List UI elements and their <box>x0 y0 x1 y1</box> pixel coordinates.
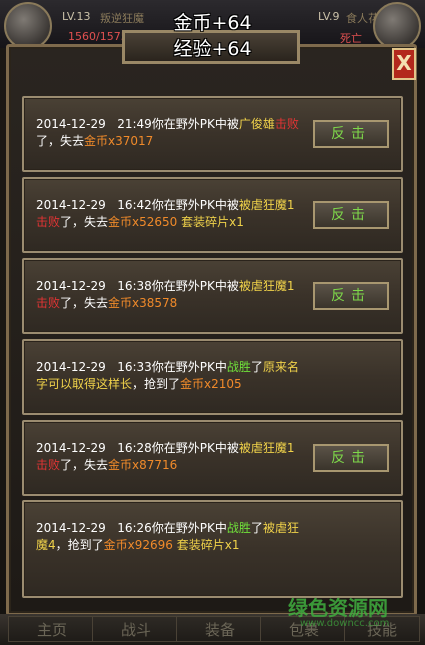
battle-log-text: 2014-12-29 16:42你在野外PK中被被虐狂魔1 击败了，失去金币x52… <box>36 197 306 231</box>
battle-log-card: 2014-12-29 16:33你在野外PK中战胜了原来名字可以取得这样长，抢到… <box>22 339 403 415</box>
log-segment: 你在野外PK中被 <box>151 279 239 293</box>
log-segment: 击败 <box>36 458 61 472</box>
log-segment: 你在野外PK中被 <box>151 117 239 131</box>
log-segment: 你在野外PK中被 <box>151 441 239 455</box>
log-time: 16:28 <box>117 441 152 455</box>
log-segment: 了 <box>250 521 263 535</box>
log-segment: 战胜 <box>226 521 251 535</box>
log-date: 2014-12-29 <box>36 198 106 212</box>
log-segment: 了，失去 <box>36 134 85 148</box>
battle-log-text: 2014-12-29 16:33你在野外PK中战胜了原来名字可以取得这样长，抢到… <box>36 359 306 393</box>
log-time: 16:42 <box>117 198 152 212</box>
battle-log-text: 2014-12-29 21:49你在野外PK中被广俊雄击败了，失去金币x3701… <box>36 116 306 150</box>
battle-log-card: 2014-12-29 16:26你在野外PK中战胜了被虐狂魔4，抢到了金币x92… <box>22 500 403 598</box>
log-date: 2014-12-29 <box>36 360 106 374</box>
battle-log-text: 2014-12-29 16:26你在野外PK中战胜了被虐狂魔4，抢到了金币x92… <box>36 520 306 554</box>
nav-home[interactable]: 主页 <box>8 616 96 642</box>
log-segment: 金币 <box>84 134 109 148</box>
log-time: 16:33 <box>117 360 152 374</box>
log-segment: 了，失去 <box>60 296 109 310</box>
log-segment: 金币x92696 <box>103 538 173 552</box>
battle-log-card: 2014-12-29 16:42你在野外PK中被被虐狂魔1 击败了，失去金币x52… <box>22 177 403 253</box>
battle-log-text: 2014-12-29 16:38你在野外PK中被被虐狂魔1 击败了，失去金币x38… <box>36 278 306 312</box>
watermark-logo: 绿色资源网 <box>288 596 388 620</box>
log-segment: x37017 <box>108 134 154 148</box>
log-time: 16:26 <box>117 521 152 535</box>
log-segment: 金币x2105 <box>180 377 242 391</box>
battle-log-card: 2014-12-29 16:38你在野外PK中被被虐狂魔1 击败了，失去金币x38… <box>22 258 403 334</box>
log-segment: 套装碎片x1 <box>177 215 244 229</box>
log-segment: 金币x38578 <box>108 296 178 310</box>
gold-gain-text: 金币+64 <box>173 12 252 34</box>
nav-battle[interactable]: 战斗 <box>92 616 180 642</box>
counterattack-button[interactable]: 反击 <box>313 282 389 310</box>
log-segment: 你在野外PK中 <box>151 521 227 535</box>
log-segment: 了，失去 <box>60 458 109 472</box>
log-segment: ，抢到了 <box>55 538 104 552</box>
log-segment: 击败 <box>274 117 299 131</box>
log-segment: 了 <box>250 360 263 374</box>
nav-equipment[interactable]: 装备 <box>176 616 264 642</box>
log-segment: 战胜 <box>226 360 251 374</box>
log-segment: 被虐狂魔1 <box>238 441 295 455</box>
log-date: 2014-12-29 <box>36 521 106 535</box>
close-button[interactable]: X <box>392 48 416 80</box>
battle-log-card: 2014-12-29 21:49你在野外PK中被广俊雄击败了，失去金币x3701… <box>22 96 403 172</box>
log-date: 2014-12-29 <box>36 279 106 293</box>
log-segment: 击败 <box>36 215 61 229</box>
log-date: 2014-12-29 <box>36 117 106 131</box>
log-time: 16:38 <box>117 279 152 293</box>
log-segment: 金币x52650 <box>108 215 178 229</box>
log-segment: 你在野外PK中 <box>151 360 227 374</box>
log-segment: ，抢到了 <box>132 377 181 391</box>
log-segment: 了，失去 <box>60 215 109 229</box>
watermark-url: www.downcc.com <box>300 618 390 629</box>
battle-log-card: 2014-12-29 16:28你在野外PK中被被虐狂魔1 击败了，失去金币x87… <box>22 420 403 496</box>
counterattack-button[interactable]: 反击 <box>313 201 389 229</box>
log-date: 2014-12-29 <box>36 441 106 455</box>
log-segment: 被虐狂魔1 <box>238 198 295 212</box>
log-time: 21:49 <box>117 117 152 131</box>
log-segment: 套装碎片x1 <box>172 538 240 552</box>
log-segment: 你在野外PK中被 <box>151 198 239 212</box>
exp-gain-text: 经验+64 <box>173 38 252 60</box>
log-segment: 金币x87716 <box>108 458 178 472</box>
log-segment: 被虐狂魔1 <box>238 279 295 293</box>
log-segment: 击败 <box>36 296 61 310</box>
counterattack-button[interactable]: 反击 <box>313 120 389 148</box>
log-segment: 广俊雄 <box>238 117 275 131</box>
battle-log-text: 2014-12-29 16:28你在野外PK中被被虐狂魔1 击败了，失去金币x87… <box>36 440 306 474</box>
counterattack-button[interactable]: 反击 <box>313 444 389 472</box>
